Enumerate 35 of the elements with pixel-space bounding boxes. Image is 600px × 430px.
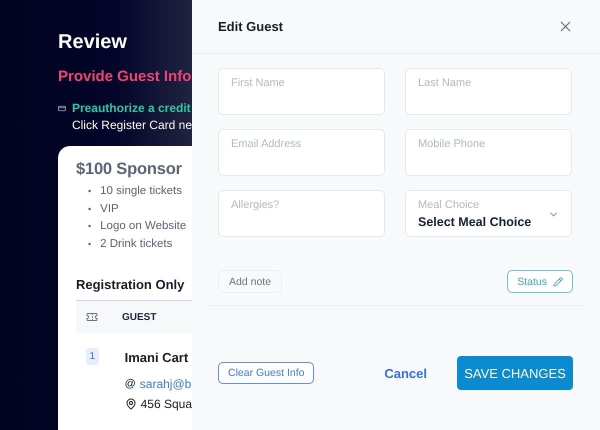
input-field[interactable]: Mobile Phone [405,129,572,176]
save-button[interactable]: SAVE CHANGES [457,356,573,390]
select-field[interactable]: Meal Choice Select Meal Choice [405,190,572,237]
perk-item: Logo on Website [100,219,186,234]
perk-item: 2 Drink tickets [100,236,172,252]
registration-heading: Registration Only [76,277,186,292]
notice-text: Click Register Card ne [72,118,192,132]
add-note-button[interactable]: Add note [218,270,282,293]
input-field[interactable]: Allergies? [218,190,385,237]
input-field[interactable]: Last Name [405,68,572,115]
email-link[interactable]: sarahj@b [140,377,192,391]
pin-icon [124,398,137,410]
row-number: 1 [86,348,99,365]
address-text: 456 Squa [140,397,192,411]
pencil-icon [553,276,563,286]
cancel-button[interactable]: Cancel [384,366,427,380]
bullet-icon: • [88,236,92,253]
section-heading: Provide Guest Info [58,68,192,85]
dialog-title: Edit Guest [218,19,284,34]
notice-heading: Preauthorize a credit [72,101,192,115]
input-field[interactable]: Email Address [218,129,385,176]
status-button[interactable]: Status [507,270,573,293]
perk-item: VIP [100,202,119,216]
page-title: Review [58,31,128,54]
package-title: $100 Sponsor [76,160,183,179]
column-header: GUEST [122,312,156,322]
bullet-icon: • [88,200,92,218]
email-prefix: @ [124,378,136,390]
guest-name: Imani Cart [124,350,190,365]
ticket-icon [86,311,98,323]
input-field[interactable]: First Name [218,68,385,115]
clear-button[interactable]: Clear Guest Info [218,362,314,384]
bullet-icon: • [88,183,92,200]
bullet-icon: • [88,218,92,236]
perk-item: 10 single tickets [100,184,182,199]
